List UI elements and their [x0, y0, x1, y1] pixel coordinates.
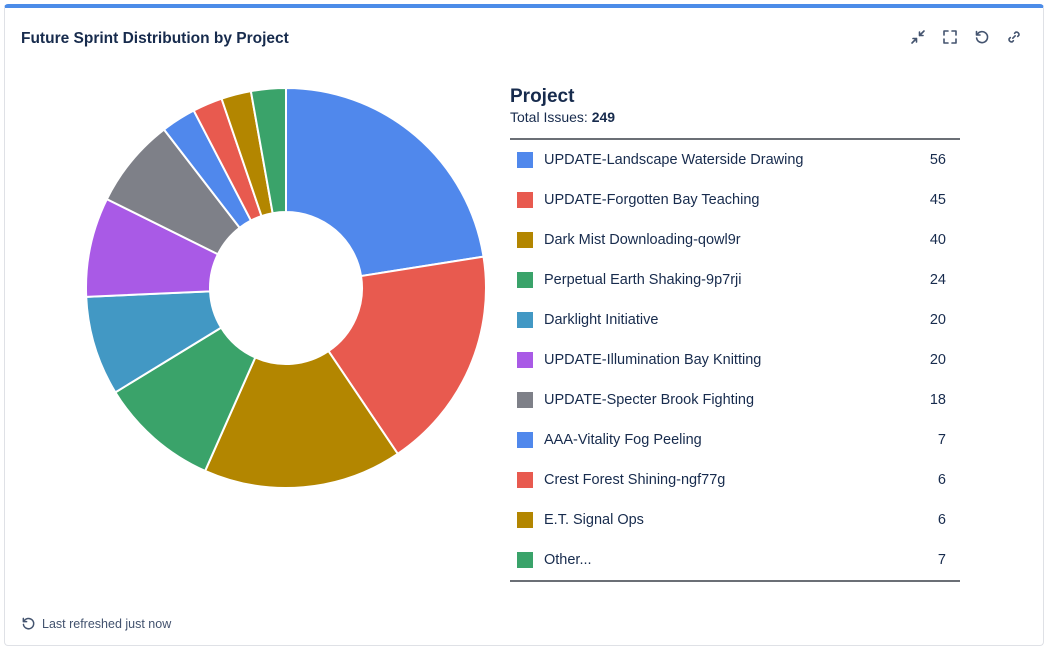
legend-label: UPDATE-Illumination Bay Knitting: [544, 352, 762, 368]
collapse-icon[interactable]: [909, 28, 927, 46]
legend-count: 7: [937, 552, 946, 568]
legend-swatch: [517, 512, 533, 528]
pie-slice[interactable]: [285, 86, 485, 278]
refresh-small-icon: [22, 617, 35, 630]
legend-label: Darklight Initiative: [544, 312, 659, 328]
total-label: Total Issues:: [510, 109, 588, 125]
legend-title: Project: [510, 86, 575, 107]
legend: Project Total Issues: 249 UPDATE-Landsca…: [510, 86, 960, 598]
legend-item[interactable]: E.T. Signal Ops 6: [510, 500, 960, 540]
legend-item[interactable]: UPDATE-Landscape Waterside Drawing 56: [510, 140, 960, 180]
fullscreen-icon[interactable]: [941, 28, 959, 46]
legend-swatch: [517, 232, 533, 248]
legend-swatch: [517, 192, 533, 208]
legend-label: Perpetual Earth Shaking-9p7rji: [544, 272, 742, 288]
legend-count: 45: [929, 192, 946, 208]
legend-count: 20: [929, 312, 946, 328]
legend-item[interactable]: Dark Mist Downloading-qowl9r 40: [510, 220, 960, 260]
legend-label: AAA-Vitality Fog Peeling: [544, 432, 702, 448]
legend-label: UPDATE-Specter Brook Fighting: [544, 392, 755, 408]
legend-item[interactable]: Darklight Initiative 20: [510, 300, 960, 340]
card-toolbar: [909, 28, 1023, 46]
link-icon[interactable]: [1005, 28, 1023, 46]
legend-label: UPDATE-Forgotten Bay Teaching: [544, 192, 760, 208]
refresh-status: Last refreshed just now: [21, 616, 171, 631]
legend-swatch: [517, 152, 533, 168]
legend-label: Other...: [544, 552, 592, 568]
legend-swatch: [517, 272, 533, 288]
legend-item[interactable]: UPDATE-Specter Brook Fighting 18: [510, 380, 960, 420]
legend-count: 6: [937, 512, 946, 528]
legend-count: 6: [937, 472, 946, 488]
legend-count: 7: [937, 432, 946, 448]
legend-count: 24: [929, 272, 946, 288]
legend-swatch: [517, 552, 533, 568]
card-title: Future Sprint Distribution by Project: [21, 30, 289, 47]
legend-item[interactable]: AAA-Vitality Fog Peeling 7: [510, 420, 960, 460]
legend-count: 18: [929, 392, 946, 408]
legend-label: Crest Forest Shining-ngf77g: [544, 472, 726, 488]
legend-count: 56: [929, 152, 946, 168]
legend-total: Total Issues: 249: [510, 108, 960, 126]
legend-item[interactable]: Other... 7: [510, 540, 960, 580]
legend-item[interactable]: UPDATE-Illumination Bay Knitting 20: [510, 340, 960, 380]
legend-label: E.T. Signal Ops: [544, 512, 644, 528]
total-value: 249: [591, 109, 616, 125]
refresh-icon[interactable]: [973, 28, 991, 46]
legend-swatch: [517, 432, 533, 448]
legend-item[interactable]: UPDATE-Forgotten Bay Teaching 45: [510, 180, 960, 220]
legend-swatch: [517, 472, 533, 488]
legend-swatch: [517, 352, 533, 368]
chart-card: Future Sprint Distribution by Project Pr…: [4, 4, 1044, 646]
legend-count: 40: [929, 232, 946, 248]
donut-chart: [85, 86, 487, 489]
legend-count: 20: [929, 352, 946, 368]
legend-swatch: [517, 392, 533, 408]
legend-list: UPDATE-Landscape Waterside Drawing 56 UPDA…: [510, 138, 960, 582]
legend-swatch: [517, 312, 533, 328]
legend-label: UPDATE-Landscape Waterside Drawing: [544, 152, 804, 168]
legend-item[interactable]: Crest Forest Shining-ngf77g 6: [510, 460, 960, 500]
legend-item[interactable]: Perpetual Earth Shaking-9p7rji 24: [510, 260, 960, 300]
legend-label: Dark Mist Downloading-qowl9r: [544, 232, 741, 248]
refresh-text: Last refreshed just now: [42, 616, 172, 631]
